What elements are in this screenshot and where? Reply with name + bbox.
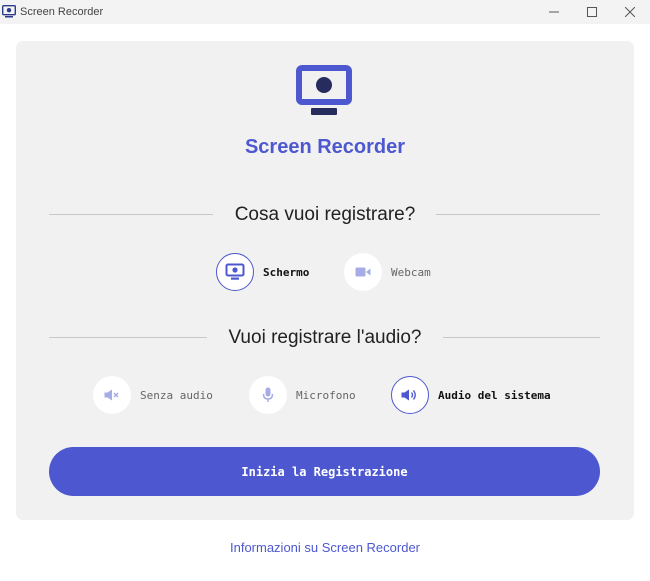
speaker-muted-icon bbox=[104, 389, 119, 401]
start-recording-button[interactable]: Inizia la Registrazione bbox=[49, 447, 600, 496]
screen-recorder-logo-icon bbox=[296, 65, 352, 115]
option-label: Webcam bbox=[391, 265, 431, 279]
microphone-icon bbox=[262, 387, 274, 402]
option-webcam[interactable]: Webcam bbox=[344, 253, 431, 291]
divider-right bbox=[436, 214, 600, 215]
monitor-icon bbox=[225, 263, 245, 280]
speaker-icon bbox=[401, 389, 416, 401]
option-label: Senza audio bbox=[140, 388, 213, 402]
option-microfono[interactable]: Microfono bbox=[249, 376, 356, 414]
about-link[interactable]: Informazioni su Screen Recorder bbox=[175, 540, 475, 555]
minimize-button[interactable] bbox=[536, 0, 572, 24]
audio-section-title: Vuoi registrare l'audio? bbox=[228, 327, 422, 348]
minimize-icon bbox=[549, 11, 559, 13]
option-audio-sistema[interactable]: Audio del sistema bbox=[391, 376, 551, 414]
window-title: Screen Recorder bbox=[20, 6, 104, 18]
option-label: Schermo bbox=[263, 265, 310, 279]
maximize-icon bbox=[587, 7, 597, 17]
title-bar: Screen Recorder bbox=[0, 0, 650, 24]
option-schermo[interactable]: Schermo bbox=[216, 253, 309, 291]
maximize-button[interactable] bbox=[574, 0, 610, 24]
app-icon bbox=[2, 5, 16, 18]
divider-right bbox=[443, 337, 600, 338]
close-button[interactable] bbox=[612, 0, 648, 24]
option-senza-audio[interactable]: Senza audio bbox=[93, 376, 213, 414]
video-camera-icon bbox=[355, 267, 371, 277]
app-heading: Screen Recorder bbox=[244, 136, 406, 158]
close-icon bbox=[625, 7, 635, 17]
option-label: Microfono bbox=[296, 388, 356, 402]
option-label: Audio del sistema bbox=[438, 388, 551, 402]
source-section-title: Cosa vuoi registrare? bbox=[234, 204, 416, 225]
